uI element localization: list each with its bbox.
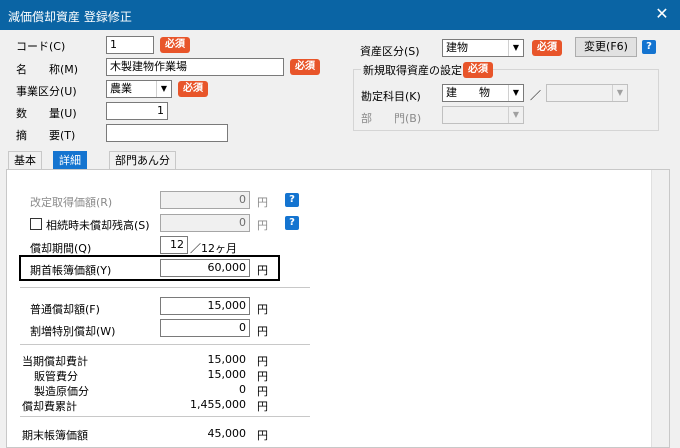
mfg-value: 0 (239, 383, 246, 396)
sub-account-select[interactable]: ▼ (546, 84, 628, 102)
sga-label: 販管費分 (34, 370, 78, 383)
asset-class-label: 資産区分(S) (360, 45, 420, 58)
regular-dep-input[interactable]: 15,000 (160, 297, 250, 315)
inherit-label: 相続時未償却残高(S) (46, 219, 150, 232)
chevron-down-icon[interactable]: ▼ (508, 40, 523, 56)
period-label: 償却期間(Q) (30, 242, 92, 255)
title-bar: 減価償却資産 登録修正 ✕ (0, 0, 680, 30)
code-required-badge: 必須 (160, 37, 190, 53)
tab-department-allocation[interactable]: 部門あん分 (109, 151, 176, 170)
name-required-badge: 必須 (290, 59, 320, 75)
quantity-label: 数 量(U) (16, 107, 77, 120)
business-label: 事業区分(U) (16, 85, 77, 98)
name-input[interactable]: 木製建物作業場 (106, 58, 284, 76)
current-total-value: 15,000 (207, 353, 247, 366)
mfg-label: 製造原価分 (34, 385, 89, 398)
close-icon[interactable]: ✕ (652, 5, 672, 23)
summary-input[interactable] (106, 124, 228, 142)
divider (20, 287, 310, 288)
window-title: 減価償却資産 登録修正 (8, 10, 132, 24)
period-input[interactable]: 12 (160, 236, 188, 254)
chevron-down-icon[interactable]: ▼ (508, 85, 523, 101)
slash-separator: ／ (530, 89, 541, 102)
change-button[interactable]: 変更(F6) (575, 37, 637, 57)
account-value: 建 物 (446, 86, 490, 99)
yen-unit: 円 (257, 400, 268, 413)
yen-unit: 円 (257, 385, 268, 398)
closing-book-label: 期末帳簿価額 (22, 429, 88, 442)
name-label: 名 称(M) (16, 63, 79, 76)
department-label: 部 門(B) (361, 112, 422, 125)
accumulated-value: 1,455,000 (190, 398, 246, 411)
accumulated-label: 償却費累計 (22, 400, 77, 413)
new-asset-group-title: 新規取得資産の設定 (361, 62, 464, 78)
inherit-input[interactable]: 0 (160, 214, 250, 232)
divider (20, 416, 310, 417)
special-dep-input[interactable]: 0 (160, 319, 250, 337)
chevron-down-icon[interactable]: ▼ (612, 85, 627, 101)
regular-dep-label: 普通償却額(F) (30, 303, 100, 316)
revised-cost-label: 改定取得価額(R) (30, 196, 113, 209)
yen-unit: 円 (257, 264, 268, 277)
quantity-input[interactable]: 1 (106, 102, 168, 120)
account-select[interactable]: 建 物 ▼ (442, 84, 524, 102)
closing-book-value: 45,000 (207, 427, 247, 440)
help-icon[interactable]: ? (285, 193, 299, 207)
divider (20, 344, 310, 345)
opening-book-input[interactable]: 60,000 (160, 259, 250, 277)
yen-unit: 円 (257, 196, 268, 209)
asset-class-select[interactable]: 建物 ▼ (442, 39, 524, 57)
code-label: コード(C) (16, 40, 66, 53)
tab-basic[interactable]: 基本 (8, 151, 42, 170)
chevron-down-icon[interactable]: ▼ (508, 107, 523, 123)
help-icon[interactable]: ? (285, 216, 299, 230)
code-input[interactable]: 1 (106, 36, 154, 54)
yen-unit: 円 (257, 325, 268, 338)
yen-unit: 円 (257, 303, 268, 316)
department-select[interactable]: ▼ (442, 106, 524, 124)
tab-detail[interactable]: 詳細 (53, 151, 87, 170)
chevron-down-icon[interactable]: ▼ (156, 81, 171, 97)
yen-unit: 円 (257, 219, 268, 232)
inherit-checkbox[interactable] (30, 218, 42, 230)
new-asset-required-badge: 必須 (463, 62, 493, 78)
business-select[interactable]: 農業 ▼ (106, 80, 172, 98)
business-select-value: 農業 (110, 82, 132, 95)
current-total-label: 当期償却費計 (22, 355, 88, 368)
opening-book-label: 期首帳簿価額(Y) (30, 264, 112, 277)
detail-panel (6, 169, 670, 448)
business-required-badge: 必須 (178, 81, 208, 97)
revised-cost-input[interactable]: 0 (160, 191, 250, 209)
special-dep-label: 割増特別償却(W) (30, 325, 116, 338)
yen-unit: 円 (257, 370, 268, 383)
asset-class-required-badge: 必須 (532, 40, 562, 56)
summary-label: 摘 要(T) (16, 129, 76, 142)
yen-unit: 円 (257, 355, 268, 368)
yen-unit: 円 (257, 429, 268, 442)
asset-class-value: 建物 (446, 41, 468, 54)
period-suffix: ／12ヶ月 (190, 242, 237, 255)
sga-value: 15,000 (207, 368, 247, 381)
vertical-scrollbar[interactable] (651, 170, 669, 447)
help-icon[interactable]: ? (642, 40, 656, 54)
account-label: 勘定科目(K) (361, 90, 421, 103)
